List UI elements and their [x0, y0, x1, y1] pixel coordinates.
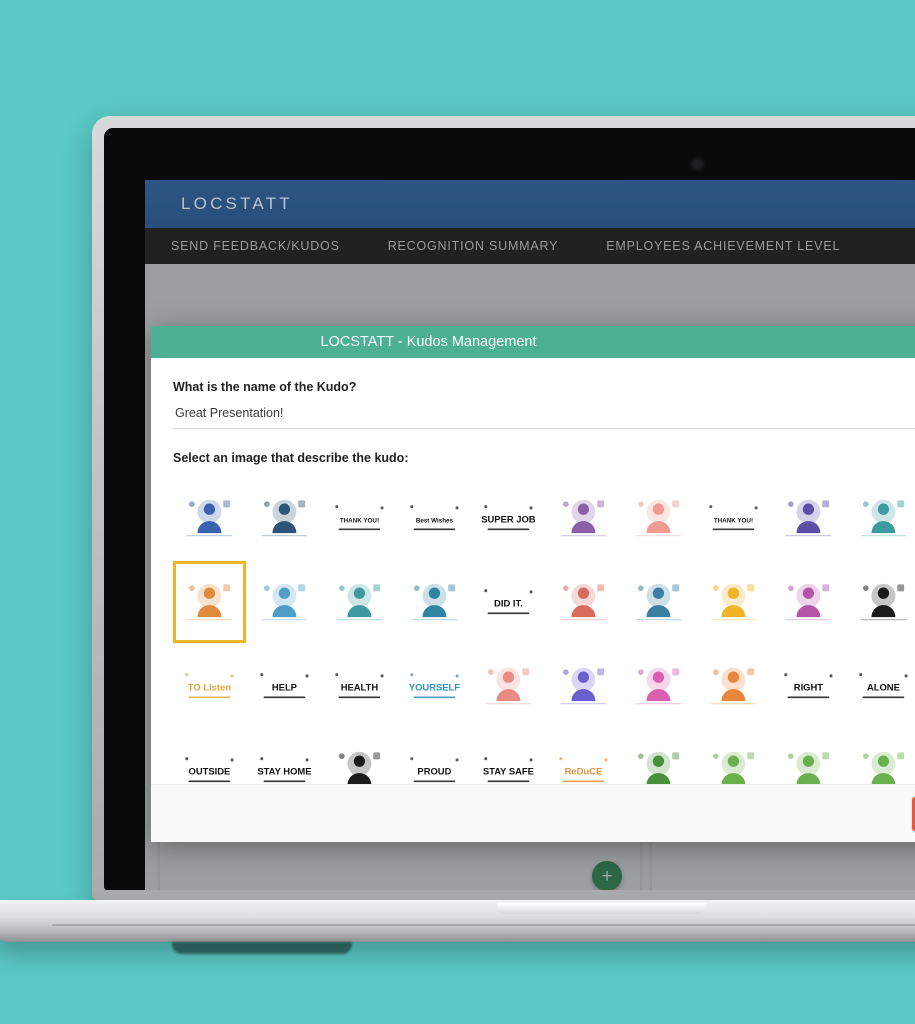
sticker-employee-award-frame[interactable] [547, 477, 621, 559]
laptop-foot-shadow [172, 942, 352, 954]
laptop-lid: LOCSTATT SEND FEEDBACK/KUDOS RECOGNITION… [92, 116, 915, 900]
sticker-reduce-reuse-recycle[interactable]: ReDuCE [547, 729, 621, 784]
kudos-management-dialog: LOCSTATT - Kudos Management What is the … [151, 326, 915, 842]
sticker-remote-work-laptop[interactable] [622, 477, 695, 559]
svg-text:PROUD: PROUD [417, 765, 451, 776]
webcam-icon [693, 160, 701, 168]
sticker-green-earth-city[interactable] [696, 729, 770, 784]
kudo-name-input[interactable] [173, 396, 915, 429]
sticker-analytics-dashboard[interactable] [547, 561, 621, 643]
sticker-presentation-chart[interactable] [247, 561, 321, 643]
select-image-label: Select an image that describe the kudo: [173, 451, 409, 465]
svg-text:HELP: HELP [272, 681, 297, 692]
sticker-congrats-super-job[interactable]: SUPER JOB [472, 477, 546, 559]
svg-text:Best Wishes: Best Wishes [415, 517, 453, 524]
sticker-thank-you-heart-hands[interactable]: THANK YOU! [696, 477, 770, 559]
sticker-team-high-five[interactable] [322, 561, 396, 643]
laptop-base-seam [52, 924, 915, 926]
sticker-im-here-to-listen[interactable]: TO Listen [173, 645, 246, 727]
app-navigation-tabs: SEND FEEDBACK/KUDOS RECOGNITION SUMMARY … [145, 228, 915, 264]
sticker-thank-you-crowd[interactable]: THANK YOU! [322, 477, 396, 559]
sticker-eco-gardener-badge[interactable] [622, 729, 695, 784]
tab-send-feedback-kudos[interactable]: SEND FEEDBACK/KUDOS [171, 228, 364, 264]
tab-recognition-summary[interactable]: RECOGNITION SUMMARY [364, 228, 583, 264]
sticker-unravel-your-mind[interactable] [622, 645, 695, 727]
svg-text:STAY HOME: STAY HOME [257, 765, 311, 776]
sticker-birthday-cake-blob[interactable] [846, 561, 915, 643]
laptop-mockup: LOCSTATT SEND FEEDBACK/KUDOS RECOGNITION… [0, 116, 915, 954]
brand-logo: LOCSTATT [181, 194, 293, 213]
sticker-asking-for-help-is-ok[interactable]: HELP [247, 645, 321, 727]
dialog-title: LOCSTATT - Kudos Management [151, 326, 915, 358]
app-body: 4 Abraham Lee 06/08/2023 ••• [145, 264, 915, 890]
dialog-footer: CLOSE SAVE [151, 784, 915, 842]
sticker-sleeping-rest[interactable] [622, 561, 695, 643]
application-window: LOCSTATT SEND FEEDBACK/KUDOS RECOGNITION… [145, 180, 915, 890]
laptop-base [0, 900, 915, 942]
sticker-mental-health-matters[interactable]: HEALTH [322, 645, 396, 727]
svg-text:ALONE: ALONE [867, 681, 900, 692]
sticker-balance-emotions-scale[interactable] [547, 645, 621, 727]
sticker-mind-gears-award[interactable] [397, 561, 471, 643]
sticker-youre-doing-right[interactable]: RIGHT [771, 645, 845, 727]
sticker-home-workout-doodle[interactable] [322, 729, 396, 784]
sticker-take-care-of-yourself[interactable]: YOURSELF [397, 645, 471, 727]
svg-text:RIGHT: RIGHT [794, 681, 824, 692]
svg-text:TO Listen: TO Listen [188, 681, 231, 692]
svg-text:YOURSELF: YOURSELF [408, 681, 459, 692]
sticker-podium-winner[interactable] [247, 477, 321, 559]
sticker-think-outside-the-box[interactable]: OUTSIDE [173, 729, 246, 784]
sticker-flower-crown-person[interactable] [696, 645, 770, 727]
kudo-name-label: What is the name of the Kudo? [173, 380, 357, 394]
sticker-women-rock-badge[interactable] [771, 477, 845, 559]
sticker-meditating-brain[interactable] [472, 645, 546, 727]
laptop-screen: LOCSTATT SEND FEEDBACK/KUDOS RECOGNITION… [145, 180, 915, 890]
sticker-you-did-it[interactable]: DID IT. [472, 561, 546, 643]
dialog-content: What is the name of the Kudo? Select an … [151, 358, 915, 784]
laptop-bezel: LOCSTATT SEND FEEDBACK/KUDOS RECOGNITION… [104, 128, 915, 890]
sticker-idea-lightbulb-hands[interactable] [696, 561, 770, 643]
sticker-balloons-gifts[interactable] [771, 561, 845, 643]
sticker-so-proud-of-you[interactable]: PROUD [397, 729, 471, 784]
svg-text:STAY SAFE: STAY SAFE [483, 765, 534, 776]
sticker-stay-safe-shield[interactable]: STAY SAFE [472, 729, 546, 784]
sticker-grid: THANK YOU! Best Wishes SUPER JOB THANK YOU!… [173, 477, 915, 784]
sticker-best-wishes[interactable]: Best Wishes [397, 477, 471, 559]
laptop-base-notch [497, 903, 707, 914]
sticker-green-leaf-globe[interactable] [846, 729, 915, 784]
svg-text:THANK YOU!: THANK YOU! [714, 517, 753, 524]
sticker-you-are-not-alone[interactable]: ALONE [846, 645, 915, 727]
svg-text:HEALTH: HEALTH [340, 681, 378, 692]
tab-employees-achievement-level[interactable]: EMPLOYEES ACHIEVEMENT LEVEL [582, 228, 864, 264]
svg-text:DID IT.: DID IT. [494, 597, 523, 608]
sticker-celebrating-man[interactable] [173, 477, 246, 559]
sticker-stay-safe-stay-home[interactable]: STAY HOME [247, 729, 321, 784]
svg-text:ReDuCE: ReDuCE [565, 765, 603, 776]
svg-text:OUTSIDE: OUTSIDE [189, 765, 231, 776]
svg-text:SUPER JOB: SUPER JOB [482, 513, 537, 524]
app-topbar: LOCSTATT [145, 180, 915, 228]
svg-text:THANK YOU!: THANK YOU! [340, 517, 379, 524]
sticker-eco-lightbulb-plant[interactable] [771, 729, 845, 784]
sticker-rocket-arrows-growth[interactable] [846, 477, 915, 559]
sticker-chess-strategy[interactable] [173, 561, 246, 643]
